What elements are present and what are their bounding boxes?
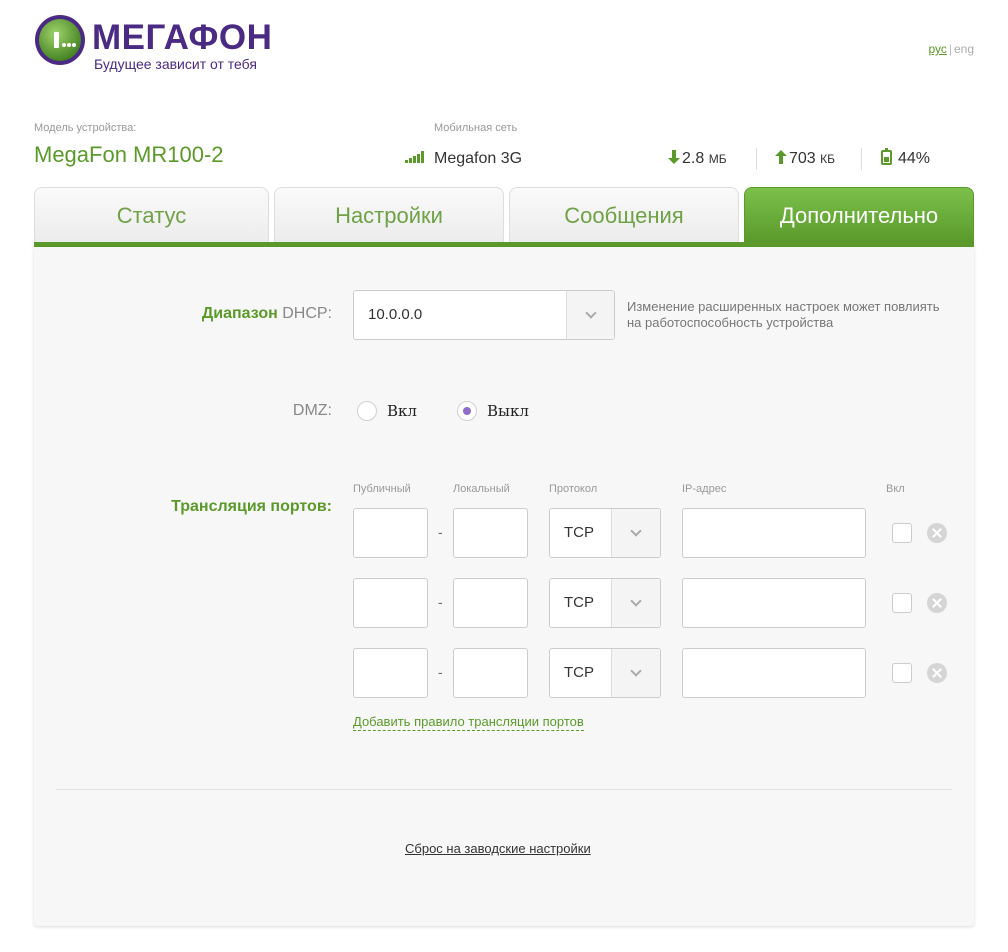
port-range-dash: - xyxy=(438,524,443,540)
logo-name: МЕГАФОН xyxy=(92,18,273,57)
add-port-rule-link[interactable]: Добавить правило трансляции портов xyxy=(353,714,584,731)
col-local: Локальный xyxy=(453,483,510,495)
dhcp-hint: Изменение расширенных настроек может пов… xyxy=(627,299,940,330)
dmz-off-label[interactable]: Выкл xyxy=(487,402,529,420)
delete-rule-icon[interactable] xyxy=(927,523,947,543)
port-forwarding-label-text: Трансляция портов: xyxy=(171,498,332,515)
dhcp-label-rest: DHCP: xyxy=(282,305,332,322)
tab-settings[interactable]: Настройки xyxy=(274,187,504,242)
model-name: MegaFon MR100-2 xyxy=(34,142,224,167)
battery-stat: 44% xyxy=(881,148,931,168)
lang-en-link[interactable]: eng xyxy=(954,42,974,56)
ip-address-input[interactable] xyxy=(682,578,866,628)
col-public: Публичный xyxy=(353,483,411,495)
upload-value: 703 xyxy=(789,150,816,167)
chevron-down-icon xyxy=(630,595,642,607)
col-protocol: Протокол xyxy=(549,483,598,495)
dmz-off-radio[interactable] xyxy=(457,401,477,421)
public-port-input[interactable] xyxy=(353,648,428,698)
signal-strength-icon xyxy=(405,151,424,163)
battery-icon xyxy=(881,148,892,165)
language-switcher: рус | eng xyxy=(928,42,974,56)
ip-address-input[interactable] xyxy=(682,648,866,698)
rule-enabled-checkbox[interactable] xyxy=(892,523,912,543)
chevron-down-icon xyxy=(584,307,597,319)
rule-enabled-checkbox[interactable] xyxy=(892,663,912,683)
tab-advanced[interactable]: Дополнительно xyxy=(744,187,974,242)
dmz-on-label[interactable]: Вкл xyxy=(387,402,417,420)
protocol-select[interactable]: TCP xyxy=(549,508,661,558)
lang-separator: | xyxy=(948,42,952,56)
delete-rule-icon[interactable] xyxy=(927,663,947,683)
ip-address-input[interactable] xyxy=(682,508,866,558)
port-forwarding-label: Трансляция портов: xyxy=(171,498,332,516)
logo-slogan: Будущее зависит от тебя xyxy=(94,56,257,72)
port-range-dash: - xyxy=(438,594,443,610)
local-port-input[interactable] xyxy=(453,648,528,698)
advanced-settings-panel: Диапазон DHCP: 10.0.0.0 Изменение расшир… xyxy=(34,247,974,926)
tab-messages[interactable]: Сообщения xyxy=(509,187,739,242)
protocol-select[interactable]: TCP xyxy=(549,648,661,698)
local-port-input[interactable] xyxy=(453,508,528,558)
local-port-input[interactable] xyxy=(453,578,528,628)
stat-divider xyxy=(756,148,757,170)
dmz-on-radio[interactable] xyxy=(357,401,377,421)
lang-ru-link[interactable]: рус xyxy=(928,42,946,56)
factory-reset-link[interactable]: Сброс на заводские настройки xyxy=(405,841,591,856)
model-label: Модель устройства: xyxy=(34,122,137,134)
battery-value: 44% xyxy=(898,150,931,167)
dhcp-range-value: 10.0.0.0 xyxy=(368,306,423,323)
download-value: 2.8 xyxy=(682,150,705,167)
stat-divider xyxy=(861,148,862,170)
download-arrow-icon xyxy=(668,150,680,164)
protocol-select[interactable]: TCP xyxy=(549,578,661,628)
upload-unit: КБ xyxy=(820,152,836,166)
protocol-dropdown-button[interactable] xyxy=(611,509,660,557)
chevron-down-icon xyxy=(630,525,642,537)
megafon-logo-icon xyxy=(35,15,85,65)
download-unit: МБ xyxy=(708,152,727,166)
network-label: Мобильная сеть xyxy=(434,122,518,134)
dmz-label: DMZ: xyxy=(292,402,332,419)
download-stat: 2.8 МБ xyxy=(668,150,727,168)
upload-arrow-icon xyxy=(775,150,787,164)
dhcp-dropdown-button[interactable] xyxy=(566,291,614,339)
col-ip: IP-адрес xyxy=(682,483,727,495)
protocol-value: TCP xyxy=(564,594,594,611)
rule-enabled-checkbox[interactable] xyxy=(892,593,912,613)
protocol-value: TCP xyxy=(564,664,594,681)
upload-stat: 703 КБ xyxy=(775,150,835,168)
protocol-dropdown-button[interactable] xyxy=(611,579,660,627)
protocol-value: TCP xyxy=(564,524,594,541)
port-range-dash: - xyxy=(438,664,443,680)
dhcp-range-select[interactable]: 10.0.0.0 xyxy=(353,290,615,340)
tab-status[interactable]: Статус xyxy=(34,187,269,242)
public-port-input[interactable] xyxy=(353,508,428,558)
dhcp-label-bold: Диапазон xyxy=(201,305,278,322)
main-tabs: Статус Настройки Сообщения Дополнительно xyxy=(34,187,974,247)
public-port-input[interactable] xyxy=(353,578,428,628)
delete-rule-icon[interactable] xyxy=(927,593,947,613)
megafon-logo: МЕГАФОН Будущее зависит от тебя xyxy=(34,14,294,74)
section-divider xyxy=(56,789,952,790)
dhcp-label: Диапазон DHCP: xyxy=(202,305,332,323)
chevron-down-icon xyxy=(630,665,642,677)
network-name: Megafon 3G xyxy=(434,150,523,167)
col-enabled: Вкл xyxy=(886,483,905,495)
protocol-dropdown-button[interactable] xyxy=(611,649,660,697)
